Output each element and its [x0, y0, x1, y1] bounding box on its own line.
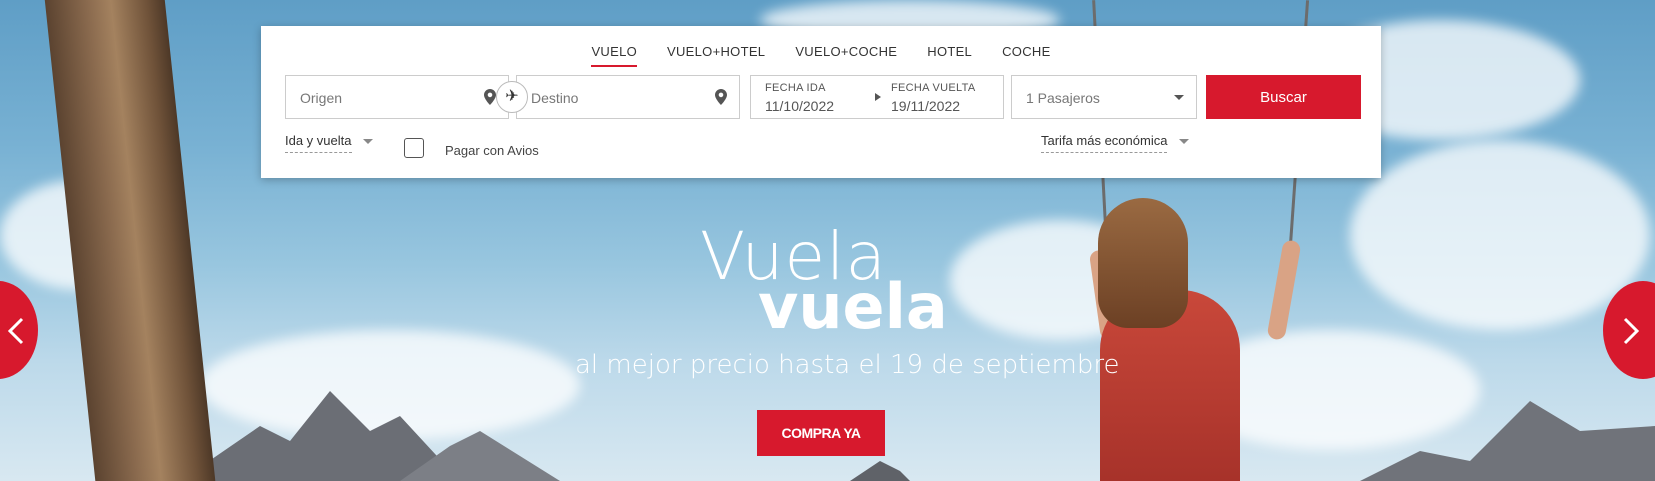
cloud — [1350, 140, 1650, 330]
avios-label[interactable]: Pagar con Avios — [445, 143, 539, 158]
arrow-right-icon — [875, 93, 881, 101]
tab-hotel[interactable]: HOTEL — [927, 44, 972, 67]
chevron-right-icon — [1623, 317, 1640, 345]
plane-swap-icon[interactable]: ✈ — [496, 81, 528, 113]
tab-vuelo[interactable]: VUELO — [591, 44, 638, 67]
passengers-value: 1 Pasajeros — [1026, 90, 1100, 106]
trip-type-value: Ida y vuelta — [285, 133, 352, 153]
location-pin-icon — [484, 89, 496, 105]
fare-select[interactable]: Tarifa más económica — [1041, 133, 1190, 153]
date-out-value[interactable]: 11/10/2022 — [765, 98, 834, 114]
search-button[interactable]: Buscar — [1206, 75, 1361, 119]
avios-checkbox[interactable] — [404, 138, 424, 158]
chevron-down-icon — [363, 139, 374, 145]
destination-field[interactable]: Destino — [516, 75, 740, 119]
chevron-down-icon — [1179, 139, 1190, 145]
chevron-down-icon — [1174, 95, 1184, 100]
hero-subtitle: al mejor precio hasta el 19 de septiembr… — [575, 350, 1120, 380]
trip-type-select[interactable]: Ida y vuelta — [285, 133, 374, 153]
hero-title-line2: vuela — [758, 270, 948, 343]
origin-field[interactable]: Origen — [285, 75, 509, 119]
date-out-label: FECHA IDA — [765, 82, 826, 94]
woman-hair — [1098, 198, 1188, 328]
woman-arm — [1266, 239, 1302, 341]
tab-vuelo-coche[interactable]: VUELO+COCHE — [795, 44, 897, 67]
chevron-left-icon — [7, 317, 24, 345]
fare-value: Tarifa más económica — [1041, 133, 1168, 153]
date-return-value[interactable]: 19/11/2022 — [891, 98, 960, 114]
location-pin-icon — [715, 89, 727, 105]
buy-now-button[interactable]: COMPRA YA — [757, 410, 885, 456]
passengers-select[interactable]: 1 Pasajeros — [1011, 75, 1197, 119]
date-return-label: FECHA VUELTA — [891, 82, 976, 94]
origin-placeholder: Origen — [300, 90, 343, 106]
product-tabs: VUELO VUELO+HOTEL VUELO+COCHE HOTEL COCH… — [261, 44, 1381, 67]
tab-coche[interactable]: COCHE — [1002, 44, 1050, 67]
search-widget: VUELO VUELO+HOTEL VUELO+COCHE HOTEL COCH… — [261, 26, 1381, 178]
date-field[interactable]: FECHA IDA 11/10/2022 FECHA VUELTA 19/11/… — [750, 75, 1004, 119]
destination-placeholder: Destino — [531, 90, 579, 106]
tab-vuelo-hotel[interactable]: VUELO+HOTEL — [667, 44, 765, 67]
